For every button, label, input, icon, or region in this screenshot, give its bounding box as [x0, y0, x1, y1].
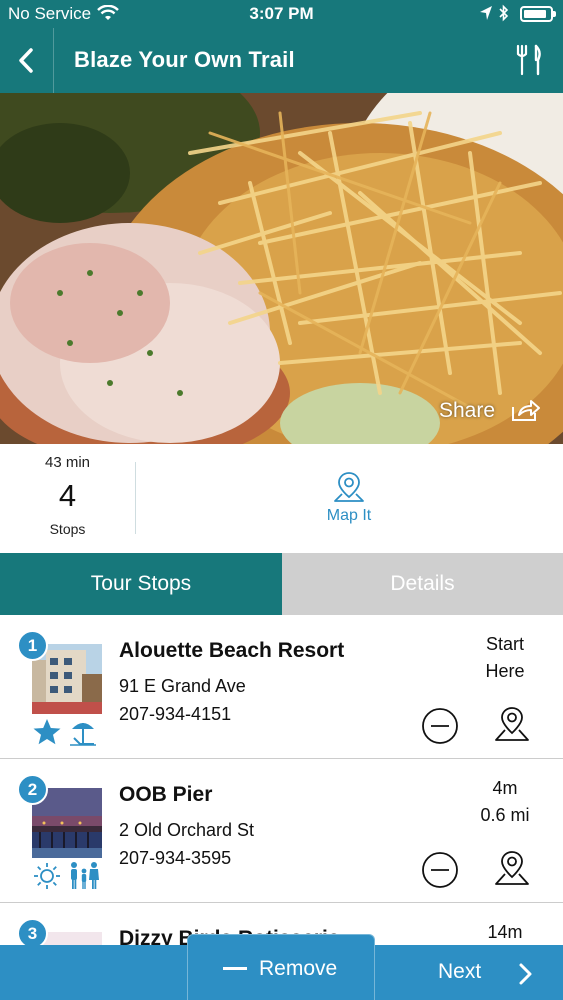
- stop-travel-info: 14m: [455, 919, 555, 945]
- remove-stop-button[interactable]: [421, 851, 459, 894]
- map-it-button[interactable]: Map It: [300, 470, 398, 530]
- chevron-right-icon: [516, 962, 534, 991]
- page-title: Blaze Your Own Trail: [74, 47, 295, 72]
- amenity-icons: [32, 859, 100, 893]
- stop-name[interactable]: OOB Pier: [119, 783, 212, 807]
- stop-number-badge: 1: [17, 630, 48, 661]
- stop-phone[interactable]: 207-934-4151: [119, 704, 231, 725]
- duration-label: 43 min: [44, 454, 91, 471]
- stop-map-button[interactable]: [493, 705, 531, 750]
- stop-number-badge: 2: [17, 774, 48, 805]
- hero-photo: Share: [0, 93, 563, 444]
- next-label: Next: [438, 960, 482, 983]
- beach-umbrella-icon: [70, 723, 96, 746]
- list-item[interactable]: 2 OOB Pier 2 Old Orchard St 207-934-3595…: [0, 759, 563, 903]
- stop-meta-line2: 0.6 mi: [480, 805, 530, 825]
- stop-meta-line1: 14m: [487, 922, 523, 942]
- bluetooth-icon: [499, 4, 509, 26]
- minus-circle-icon: [422, 708, 458, 744]
- map-pin-icon: [495, 707, 529, 741]
- share-icon[interactable]: [511, 398, 541, 427]
- stop-count: 4: [58, 478, 77, 513]
- list-item[interactable]: 1 Alouette Beach Resort 91 E Grand Ave 2…: [0, 615, 563, 759]
- tab-details[interactable]: Details: [282, 553, 563, 615]
- stop-number-badge: 3: [17, 918, 48, 945]
- family-icon: [71, 862, 99, 889]
- amenity-icons: [32, 715, 98, 749]
- location-arrow-icon: [479, 5, 493, 26]
- sun-icon: [34, 863, 60, 889]
- chevron-left-icon: [19, 48, 33, 73]
- stop-travel-info: Start Here: [455, 631, 555, 685]
- share-label[interactable]: Share: [439, 399, 495, 423]
- star-icon: [33, 719, 61, 745]
- stops-label: Stops: [49, 521, 86, 537]
- next-button[interactable]: Next: [438, 945, 563, 1000]
- dining-icon[interactable]: [515, 44, 543, 81]
- trail-summary: 43 min 4 Stops Map It: [0, 444, 563, 553]
- stop-meta-line1: Start: [485, 634, 524, 654]
- stop-address: 2 Old Orchard St: [119, 820, 255, 840]
- stop-name[interactable]: Alouette Beach Resort: [119, 639, 344, 663]
- remove-label: Remove: [259, 957, 338, 980]
- map-it-label: Map It: [326, 507, 372, 524]
- stop-map-button[interactable]: [493, 849, 531, 894]
- stop-address: 91 E Grand Ave: [119, 676, 246, 696]
- remove-button[interactable]: Remove: [187, 934, 375, 1000]
- stop-meta-line2: Here: [485, 661, 525, 681]
- map-pin-icon: [495, 851, 529, 885]
- minus-circle-icon: [422, 852, 458, 888]
- tab-bar: Tour Stops Details: [0, 553, 563, 615]
- nav-bar: Blaze Your Own Trail: [0, 28, 563, 93]
- food-photo: [0, 93, 563, 444]
- back-button[interactable]: [0, 28, 54, 93]
- minus-icon: [223, 967, 247, 970]
- summary-divider: [135, 462, 136, 534]
- stop-travel-info: 4m 0.6 mi: [455, 775, 555, 829]
- remove-stop-button[interactable]: [421, 707, 459, 750]
- battery-icon: [520, 6, 556, 22]
- stop-meta-line1: 4m: [492, 778, 518, 798]
- tab-tour-stops[interactable]: Tour Stops: [0, 553, 282, 615]
- status-bar: No Service 3:07 PM: [0, 0, 563, 28]
- map-pin-icon: [334, 472, 364, 502]
- stop-phone[interactable]: 207-934-3595: [119, 848, 231, 869]
- stop-list: 1 Alouette Beach Resort 91 E Grand Ave 2…: [0, 615, 563, 945]
